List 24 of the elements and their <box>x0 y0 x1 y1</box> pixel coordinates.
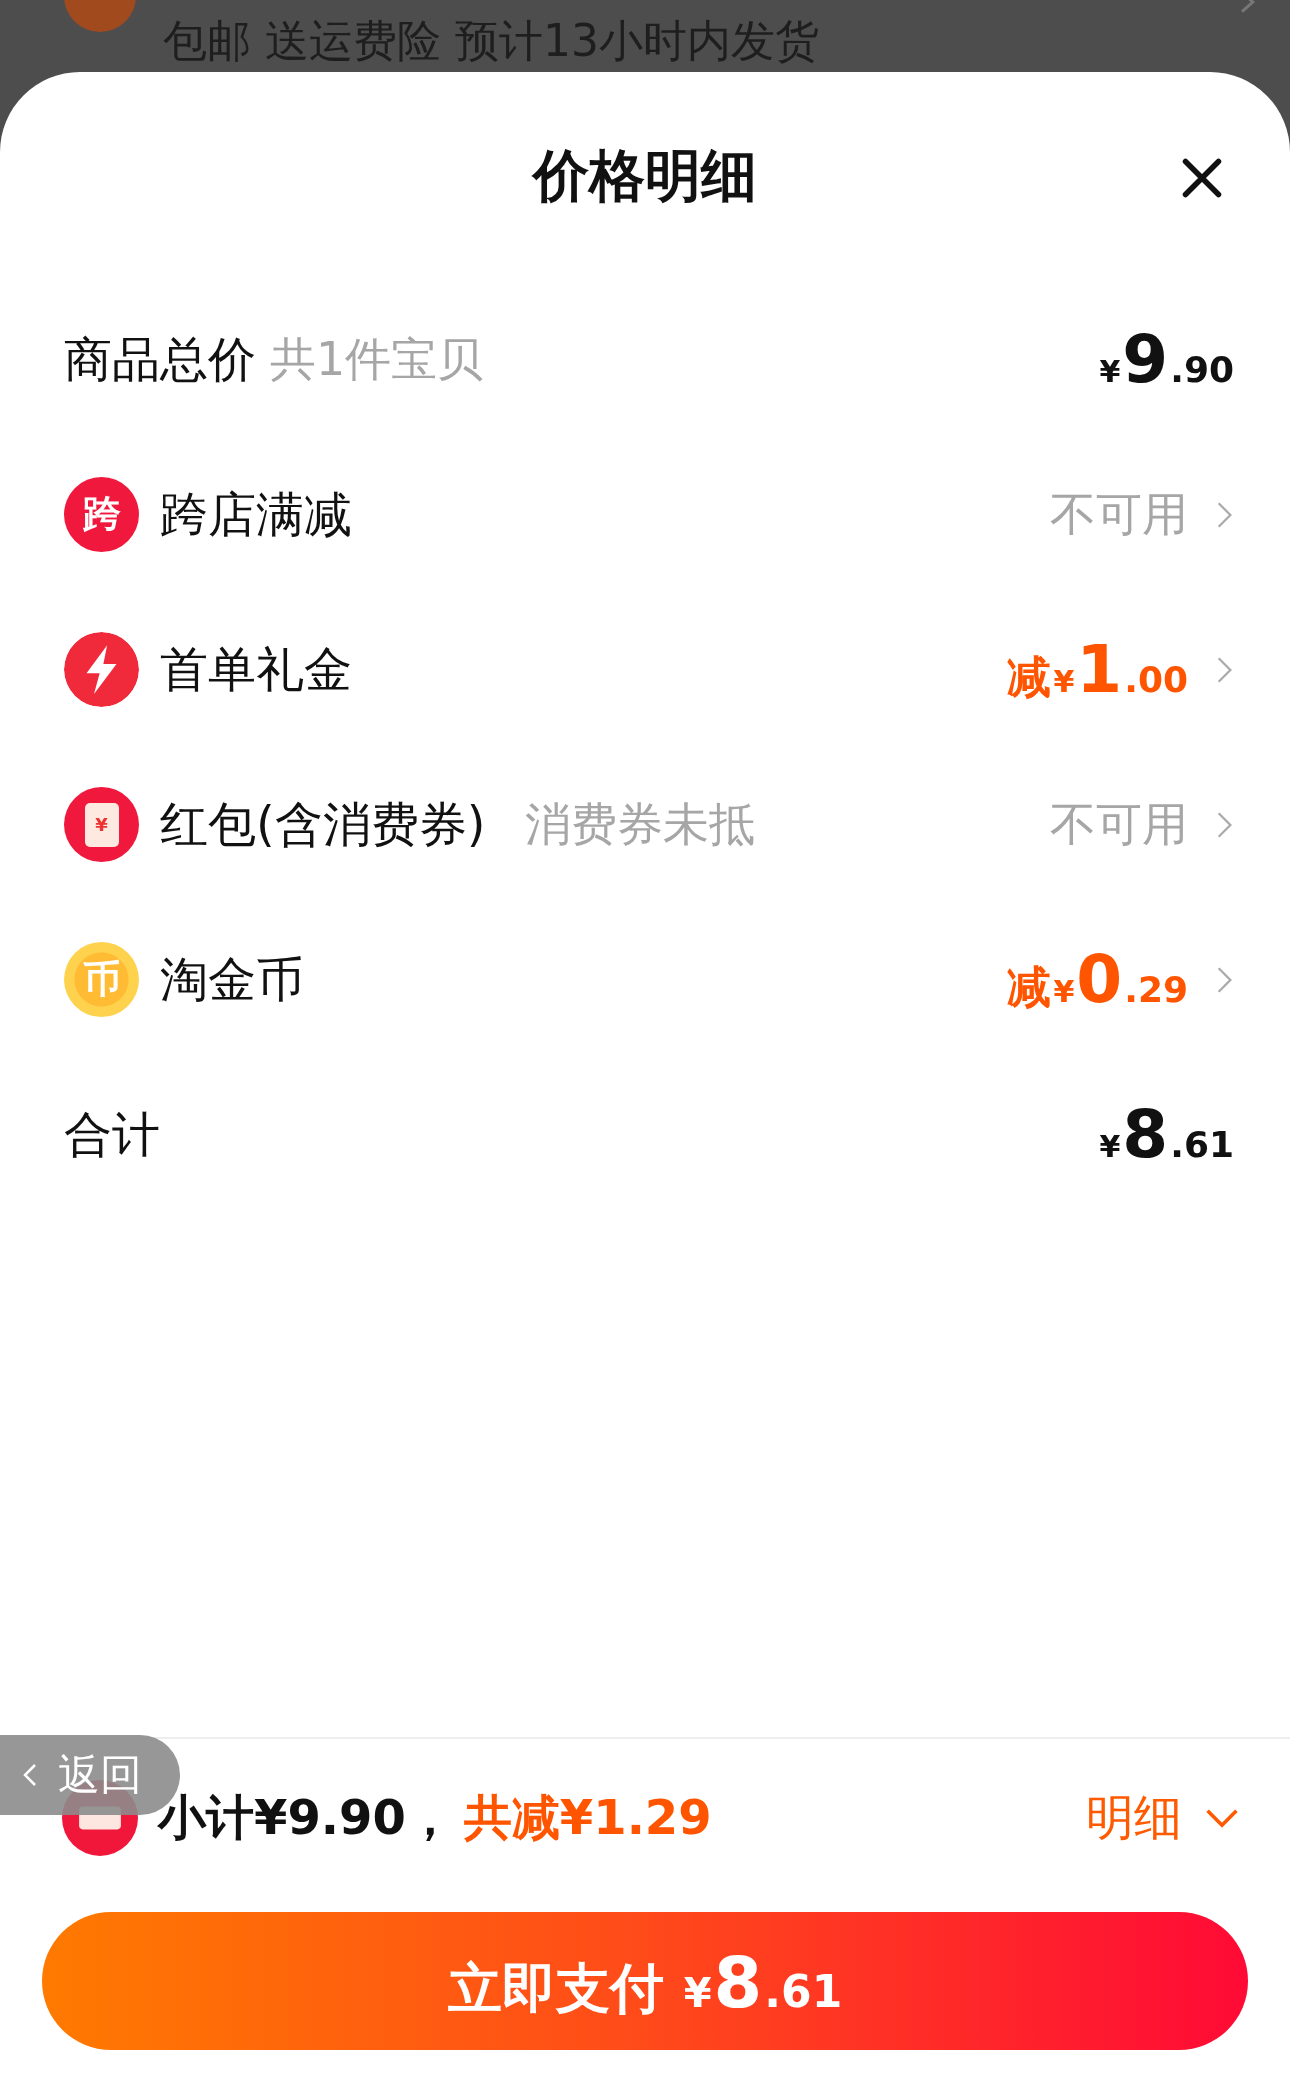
row-label: 首单礼金 <box>160 639 352 699</box>
row-note: 共1件宝贝 <box>270 330 484 388</box>
price: ¥9.90 <box>1099 321 1234 398</box>
row-note: 消费券未抵 <box>525 795 756 853</box>
details-link[interactable]: 明细 <box>1086 1785 1240 1850</box>
discount-amount: 减¥1.00 <box>1007 631 1188 708</box>
envelope-icon: ¥ <box>64 787 139 862</box>
row-label: 商品总价 <box>64 329 256 389</box>
row-label: 合计 <box>64 1104 160 1164</box>
sheet-title: 价格明细 <box>533 142 757 210</box>
row-label: 淘金币 <box>160 949 304 1009</box>
coin-icon: 币 <box>64 942 139 1017</box>
pay-button[interactable]: 立即支付 ¥8.61 <box>42 1912 1248 2050</box>
badge-icon: 跨 <box>64 477 139 552</box>
price: ¥8.61 <box>1099 1096 1234 1173</box>
status-text: 不可用 <box>1050 795 1188 853</box>
lightning-icon <box>64 632 139 707</box>
status-text: 不可用 <box>1050 485 1188 543</box>
discount-amount: 减¥0.29 <box>1007 941 1188 1018</box>
row-label: 跨店满减 <box>160 484 352 544</box>
chevron-icon <box>22 1762 38 1788</box>
saved-text: 共减¥1.29 <box>463 1787 712 1847</box>
row-label: 红包(含消费券) <box>160 794 486 854</box>
close-icon[interactable] <box>1180 156 1224 200</box>
